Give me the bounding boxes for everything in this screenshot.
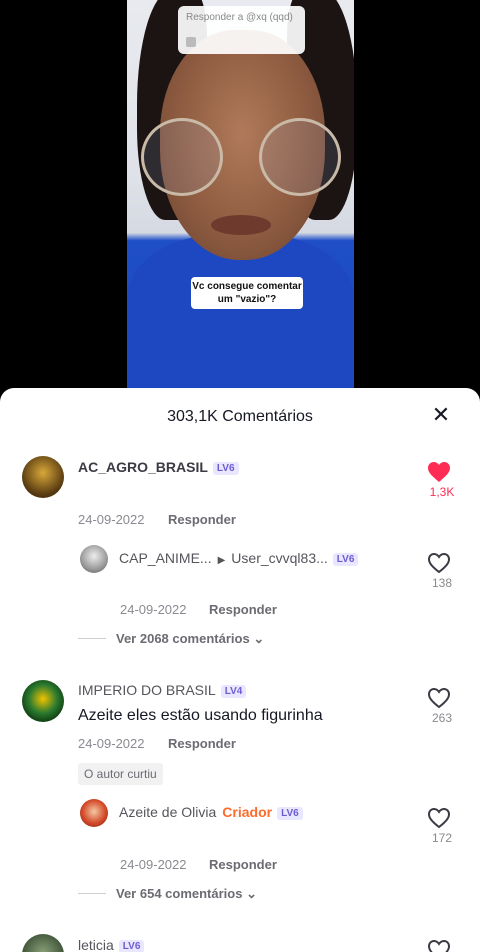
like-button[interactable]: 172: [427, 806, 457, 845]
video-mouth: [211, 215, 271, 235]
like-count: 172: [431, 831, 453, 845]
view-more-replies[interactable]: Ver 654 comentários ⌄: [78, 886, 257, 902]
heart-filled-icon: [428, 462, 450, 482]
video-caption: Vc consegue comentar um "vazio"?: [191, 277, 303, 309]
reply-target-username: User_cvvql83...: [231, 550, 328, 566]
author-liked-badge: O autor curtiu: [78, 763, 163, 785]
level-badge: LV6: [118, 940, 145, 952]
heart-outline-icon: [427, 687, 451, 709]
comment-date: 24-09-2022: [78, 512, 145, 527]
comment-date: 24-09-2022: [120, 857, 187, 872]
reply-button[interactable]: Responder: [168, 736, 236, 751]
avatar[interactable]: [22, 680, 64, 722]
like-button[interactable]: 263: [427, 686, 457, 725]
comment-username[interactable]: leticia LV6: [78, 937, 145, 952]
divider: [78, 893, 106, 894]
reply-username[interactable]: CAP_ANIME... ▶ User_cvvql83... LV6: [119, 550, 359, 566]
level-badge: LV4: [220, 685, 247, 698]
view-more-replies[interactable]: Ver 2068 comentários ⌄: [78, 631, 264, 647]
like-button[interactable]: 1,3K: [427, 460, 457, 499]
like-count: 1,3K: [429, 485, 455, 499]
comment-text: Azeite eles estão usando figurinha: [78, 707, 323, 724]
divider: [78, 638, 106, 639]
reply-username[interactable]: Azeite de Olivia Criador LV6: [119, 804, 303, 820]
video-frame[interactable]: [127, 0, 354, 388]
reply-button[interactable]: Responder: [168, 512, 236, 527]
chevron-down-icon: ⌄: [253, 631, 265, 646]
avatar[interactable]: [80, 799, 108, 827]
creator-label: Criador: [222, 804, 273, 820]
reply-username-text: CAP_ANIME...: [119, 550, 212, 566]
chevron-down-icon: ⌄: [246, 886, 257, 901]
like-button[interactable]: 138: [427, 551, 457, 590]
view-more-text: Ver 2068 comentários: [116, 631, 250, 646]
heart-outline-icon: [427, 939, 451, 952]
video-area: Responder a @xq (qqd) Vc consegue coment…: [0, 0, 480, 388]
comments-sheet: 303,1K Comentários ✕ AC_AGRO_BRASIL LV6 2…: [0, 388, 480, 952]
level-badge: LV6: [277, 807, 303, 820]
heart-outline-icon: [427, 552, 451, 574]
close-icon[interactable]: ✕: [428, 402, 454, 428]
comment-username[interactable]: IMPERIO DO BRASIL LV4: [78, 682, 247, 698]
reply-username-text: Azeite de Olivia: [119, 804, 217, 820]
avatar[interactable]: [22, 456, 64, 498]
reply-button[interactable]: Responder: [209, 602, 277, 617]
reply-arrow-icon: ▶: [217, 555, 226, 566]
comment-username-text: leticia: [78, 937, 114, 952]
comment-username-text: AC_AGRO_BRASIL: [78, 459, 208, 475]
reply-sticker-text: Responder a @xq (qqd): [186, 12, 293, 23]
like-count: 138: [431, 576, 453, 590]
image-icon: [186, 37, 196, 47]
glasses-right-lens: [259, 118, 341, 196]
comment-date: 24-09-2022: [78, 736, 145, 751]
heart-outline-icon: [427, 807, 451, 829]
comments-count-title: 303,1K Comentários: [167, 408, 313, 425]
like-button[interactable]: [427, 938, 457, 952]
glasses-left-lens: [141, 118, 223, 196]
level-badge: LV6: [212, 462, 239, 475]
comment-date: 24-09-2022: [120, 602, 187, 617]
comment-username-text: IMPERIO DO BRASIL: [78, 682, 216, 698]
level-badge: LV6: [332, 553, 359, 566]
avatar[interactable]: [80, 545, 108, 573]
comment-username[interactable]: AC_AGRO_BRASIL LV6: [78, 459, 239, 475]
reply-button[interactable]: Responder: [209, 857, 277, 872]
view-more-text: Ver 654 comentários: [116, 886, 243, 901]
avatar[interactable]: [22, 934, 64, 952]
like-count: 263: [431, 711, 453, 725]
reply-sticker: Responder a @xq (qqd): [178, 6, 305, 54]
